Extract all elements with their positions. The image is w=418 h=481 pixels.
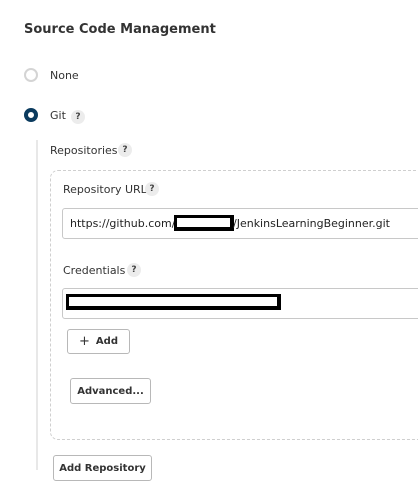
help-icon[interactable]: ? xyxy=(118,143,132,157)
credentials-label: Credentials xyxy=(63,264,126,277)
radio-git[interactable] xyxy=(24,108,38,122)
repository-url-label: Repository URL xyxy=(63,183,147,196)
help-icon[interactable]: ? xyxy=(71,110,85,124)
radio-none-label[interactable]: None xyxy=(50,69,79,82)
section-title: Source Code Management xyxy=(24,22,216,37)
repository-url-prefix: https://github.com/ xyxy=(70,217,176,230)
add-button-label: Add xyxy=(95,336,118,347)
advanced-button[interactable]: Advanced... xyxy=(70,378,151,404)
repositories-label: Repositories xyxy=(50,144,118,157)
add-repository-button[interactable]: Add Repository xyxy=(53,455,152,481)
radio-git-label[interactable]: Git xyxy=(50,109,66,122)
help-icon[interactable]: ? xyxy=(145,182,159,196)
redacted-username xyxy=(174,215,234,231)
add-credentials-button[interactable]: + Add xyxy=(67,329,130,354)
repository-url-suffix: /JenkinsLearningBeginner.git xyxy=(233,217,390,230)
help-icon[interactable]: ? xyxy=(127,263,141,277)
section-indent-line xyxy=(36,140,38,470)
radio-none[interactable] xyxy=(24,68,38,82)
advanced-button-label: Advanced... xyxy=(77,385,144,397)
redacted-credential xyxy=(66,294,281,310)
plus-icon: + xyxy=(79,334,90,349)
